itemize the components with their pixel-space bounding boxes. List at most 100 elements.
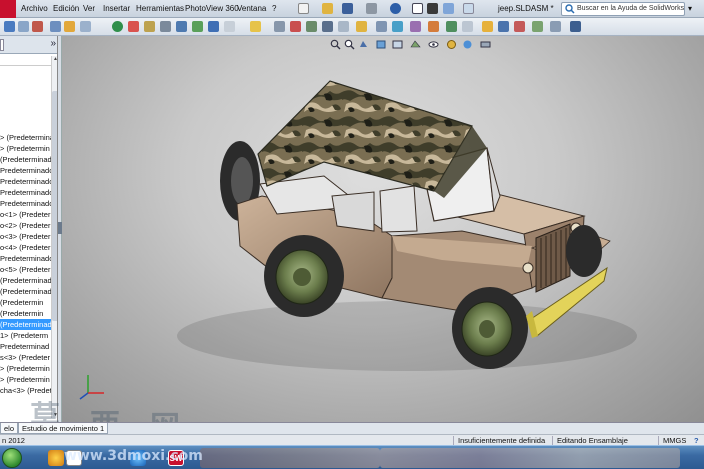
status-bar: n 2012 Insuficientemente definida Editan…: [0, 434, 704, 445]
menu-herramientas[interactable]: Herramientas: [136, 4, 184, 13]
tool-icon[interactable]: [208, 21, 219, 32]
feature-manager-panel: » > (Predetermina > (Predetermin (Predeter…: [0, 36, 58, 422]
document-title: jeep.SLDASM *: [498, 4, 554, 13]
tree-item[interactable]: (Predeterminad: [0, 275, 57, 286]
tool-icon[interactable]: [144, 21, 155, 32]
tool-icon[interactable]: [376, 21, 387, 32]
tree-item[interactable]: Predeterminado: [0, 165, 57, 176]
print-icon[interactable]: [366, 3, 377, 14]
tree-item[interactable]: Predeterminado: [0, 198, 57, 209]
tree-item[interactable]: o<1> (Predeterm: [0, 209, 57, 220]
menu-archivo[interactable]: Archivo: [21, 4, 48, 13]
tree-item[interactable]: Predeterminado: [0, 253, 57, 264]
menu-photoview[interactable]: PhotoView 360: [185, 4, 239, 13]
open-folder-icon[interactable]: [322, 3, 333, 14]
tree-scrollbar[interactable]: ▲ ▼: [51, 56, 57, 418]
tool-icon[interactable]: [176, 21, 187, 32]
tool-icon[interactable]: [428, 21, 439, 32]
tool-icon[interactable]: [192, 21, 203, 32]
tool-icon[interactable]: [128, 21, 139, 32]
tree-item[interactable]: (Predeterminad: [0, 154, 57, 165]
menu-ventana[interactable]: Ventana: [237, 4, 266, 13]
tool-icon[interactable]: [392, 21, 403, 32]
search-icon: [565, 4, 575, 14]
command-toolbar: [0, 18, 704, 36]
tool-icon[interactable]: [18, 21, 29, 32]
tool-icon[interactable]: [80, 21, 91, 32]
panel-header: »: [0, 36, 57, 54]
tree-item[interactable]: (Predetermin: [0, 297, 57, 308]
help-search-box[interactable]: Buscar en la Ayuda de SolidWorks: [561, 2, 685, 16]
help-search-dropdown[interactable]: ▾: [688, 4, 692, 13]
rear-wheel[interactable]: [264, 235, 344, 317]
tool-icon[interactable]: [224, 21, 235, 32]
tree-item[interactable]: o<5> (Predeterm: [0, 264, 57, 275]
model-tabs: elo Estudio de movimiento 1: [0, 422, 704, 434]
undo-icon[interactable]: [390, 3, 401, 14]
tree-item[interactable]: > (Predetermin: [0, 363, 57, 374]
tool-icon[interactable]: [250, 21, 261, 32]
tool-icon[interactable]: [482, 21, 493, 32]
tool-icon[interactable]: [514, 21, 525, 32]
panel-tab[interactable]: [0, 39, 4, 51]
menu-edicion[interactable]: Edición: [53, 4, 79, 13]
options-icon[interactable]: [463, 3, 474, 14]
tree-filter-bar[interactable]: [0, 56, 57, 66]
tree-item[interactable]: o<4> (Predeterm: [0, 242, 57, 253]
tree-item[interactable]: Predeterminad: [0, 341, 57, 352]
tool-icon[interactable]: [570, 21, 581, 32]
tool-icon[interactable]: [64, 21, 75, 32]
tool-icon[interactable]: [4, 21, 15, 32]
tool-icon[interactable]: [306, 21, 317, 32]
tool-icon[interactable]: [32, 21, 43, 32]
chrome-icon[interactable]: [48, 450, 64, 466]
tree-item[interactable]: s<3> (Predeter: [0, 352, 57, 363]
tree-item[interactable]: (Predetermin: [0, 308, 57, 319]
tab-model[interactable]: elo: [0, 423, 19, 434]
front-wheel[interactable]: [452, 287, 528, 369]
new-document-icon[interactable]: [298, 3, 309, 14]
tree-item[interactable]: 1> (Predeterm: [0, 330, 57, 341]
tool-icon[interactable]: [532, 21, 543, 32]
tool-icon[interactable]: [290, 21, 301, 32]
blurred-taskbar-area: [200, 448, 380, 468]
tool-icon[interactable]: [50, 21, 61, 32]
help-search-placeholder: Buscar en la Ayuda de SolidWorks: [577, 5, 685, 12]
tool-icon[interactable]: [160, 21, 171, 32]
jeep-3d-model[interactable]: [62, 36, 704, 422]
tool-icon[interactable]: [550, 21, 561, 32]
collapse-panel-button[interactable]: »: [50, 38, 56, 49]
menu-help[interactable]: ?: [272, 4, 276, 13]
save-icon[interactable]: [342, 3, 353, 14]
tree-item[interactable]: > (Predetermin: [0, 374, 57, 385]
tree-item[interactable]: > (Predetermin: [0, 143, 57, 154]
menu-ver[interactable]: Ver: [83, 4, 95, 13]
status-divider: [552, 436, 553, 445]
graphics-area[interactable]: [62, 36, 704, 422]
tool-icon[interactable]: [498, 21, 509, 32]
tree-item[interactable]: o<3> (Predeterm: [0, 231, 57, 242]
menu-insertar[interactable]: Insertar: [103, 4, 130, 13]
coordinate-triad: [79, 375, 104, 400]
tree-item[interactable]: (Predeterminado: [0, 286, 57, 297]
camo-canopy[interactable]: [257, 80, 473, 192]
rebuild-icon[interactable]: [427, 3, 438, 14]
tool-icon[interactable]: [274, 21, 285, 32]
tree-item[interactable]: Predeterminado: [0, 187, 57, 198]
tool-icon[interactable]: [446, 21, 457, 32]
tab-motion-study[interactable]: Estudio de movimiento 1: [18, 423, 109, 434]
file-properties-icon[interactable]: [443, 3, 454, 14]
tool-icon[interactable]: [410, 21, 421, 32]
start-button-icon[interactable]: [2, 448, 22, 468]
solidworks-logo[interactable]: [0, 0, 16, 18]
tool-icon[interactable]: [322, 21, 333, 32]
select-cursor-icon[interactable]: [412, 3, 423, 14]
tool-icon[interactable]: [462, 21, 473, 32]
tree-item[interactable]: (Predeterminad: [0, 319, 57, 330]
tree-item[interactable]: Predeterminado: [0, 176, 57, 187]
tree-item[interactable]: o<2> (Predeterm: [0, 220, 57, 231]
tool-icon[interactable]: [338, 21, 349, 32]
tool-icon[interactable]: [112, 21, 123, 32]
tool-icon[interactable]: [356, 21, 367, 32]
tree-item[interactable]: > (Predetermina: [0, 132, 57, 143]
